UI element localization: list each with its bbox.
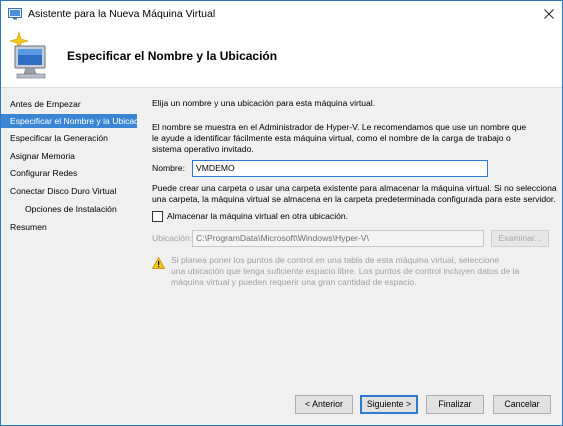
- store-elsewhere-label[interactable]: Almacenar la máquina virtual en otra ubi…: [167, 211, 348, 222]
- description-line-2: le ayude a identificar fácilmente esta m…: [152, 133, 511, 143]
- nav-item-memoria[interactable]: Asignar Memoria: [1, 149, 137, 163]
- wizard-computer-icon: [8, 30, 46, 79]
- warning-line-3: máquina virtual y pueden requerir una gr…: [171, 277, 417, 287]
- wizard-header: Especificar el Nombre y la Ubicación: [1, 28, 562, 88]
- folder-text-line-2: una carpeta, la máquina virtual se almac…: [152, 194, 556, 204]
- name-field[interactable]: VMDEMO: [192, 160, 488, 177]
- description-line-1: El nombre se muestra en el Administrador…: [152, 122, 527, 132]
- intro-text: Elija un nombre y una ubicación para est…: [152, 98, 376, 108]
- location-field[interactable]: C:\ProgramData\Microsoft\Windows\Hyper-V…: [192, 230, 484, 247]
- folder-text-line-1: Puede crear una carpeta o usar una carpe…: [152, 183, 557, 193]
- nav-item-antes-de-empezar[interactable]: Antes de Empezar: [1, 97, 137, 111]
- warning-icon: [152, 257, 165, 269]
- cancel-button[interactable]: Cancelar: [493, 395, 551, 414]
- store-elsewhere-checkbox[interactable]: [152, 211, 163, 222]
- warning-line-2: una ubicación que tenga suficiente espac…: [171, 266, 520, 276]
- hyper-v-app-icon: [8, 8, 22, 20]
- title-bar: Asistente para la Nueva Máquina Virtual: [1, 1, 562, 28]
- finish-button[interactable]: Finalizar: [426, 395, 484, 414]
- nav-item-generacion[interactable]: Especificar la Generación: [1, 131, 137, 145]
- next-button[interactable]: Siguiente >: [360, 395, 418, 414]
- wizard-window: Asistente para la Nueva Máquina Virtual …: [0, 0, 563, 426]
- nav-item-resumen[interactable]: Resumen: [1, 220, 137, 234]
- browse-button[interactable]: Examinar...: [491, 230, 549, 247]
- nav-item-nombre-ubicacion[interactable]: Especificar el Nombre y la Ubicación: [1, 114, 150, 128]
- description-line-3: sistema operativo invitado.: [152, 144, 254, 154]
- name-label: Nombre:: [152, 163, 185, 173]
- location-label: Ubicación:: [152, 233, 193, 243]
- close-button[interactable]: [535, 1, 562, 27]
- page-title: Especificar el Nombre y la Ubicación: [67, 49, 278, 63]
- warning-line-1: Si planea poner los puntos de control en…: [171, 255, 500, 265]
- nav-item-disco-duro[interactable]: Conectar Disco Duro Virtual: [1, 184, 137, 198]
- nav-item-redes[interactable]: Configurar Redes: [1, 166, 137, 180]
- nav-item-opciones-instalacion[interactable]: Opciones de Instalación: [1, 202, 137, 216]
- previous-button[interactable]: < Anterior: [295, 395, 353, 414]
- close-icon: [543, 9, 554, 19]
- window-title: Asistente para la Nueva Máquina Virtual: [28, 8, 216, 20]
